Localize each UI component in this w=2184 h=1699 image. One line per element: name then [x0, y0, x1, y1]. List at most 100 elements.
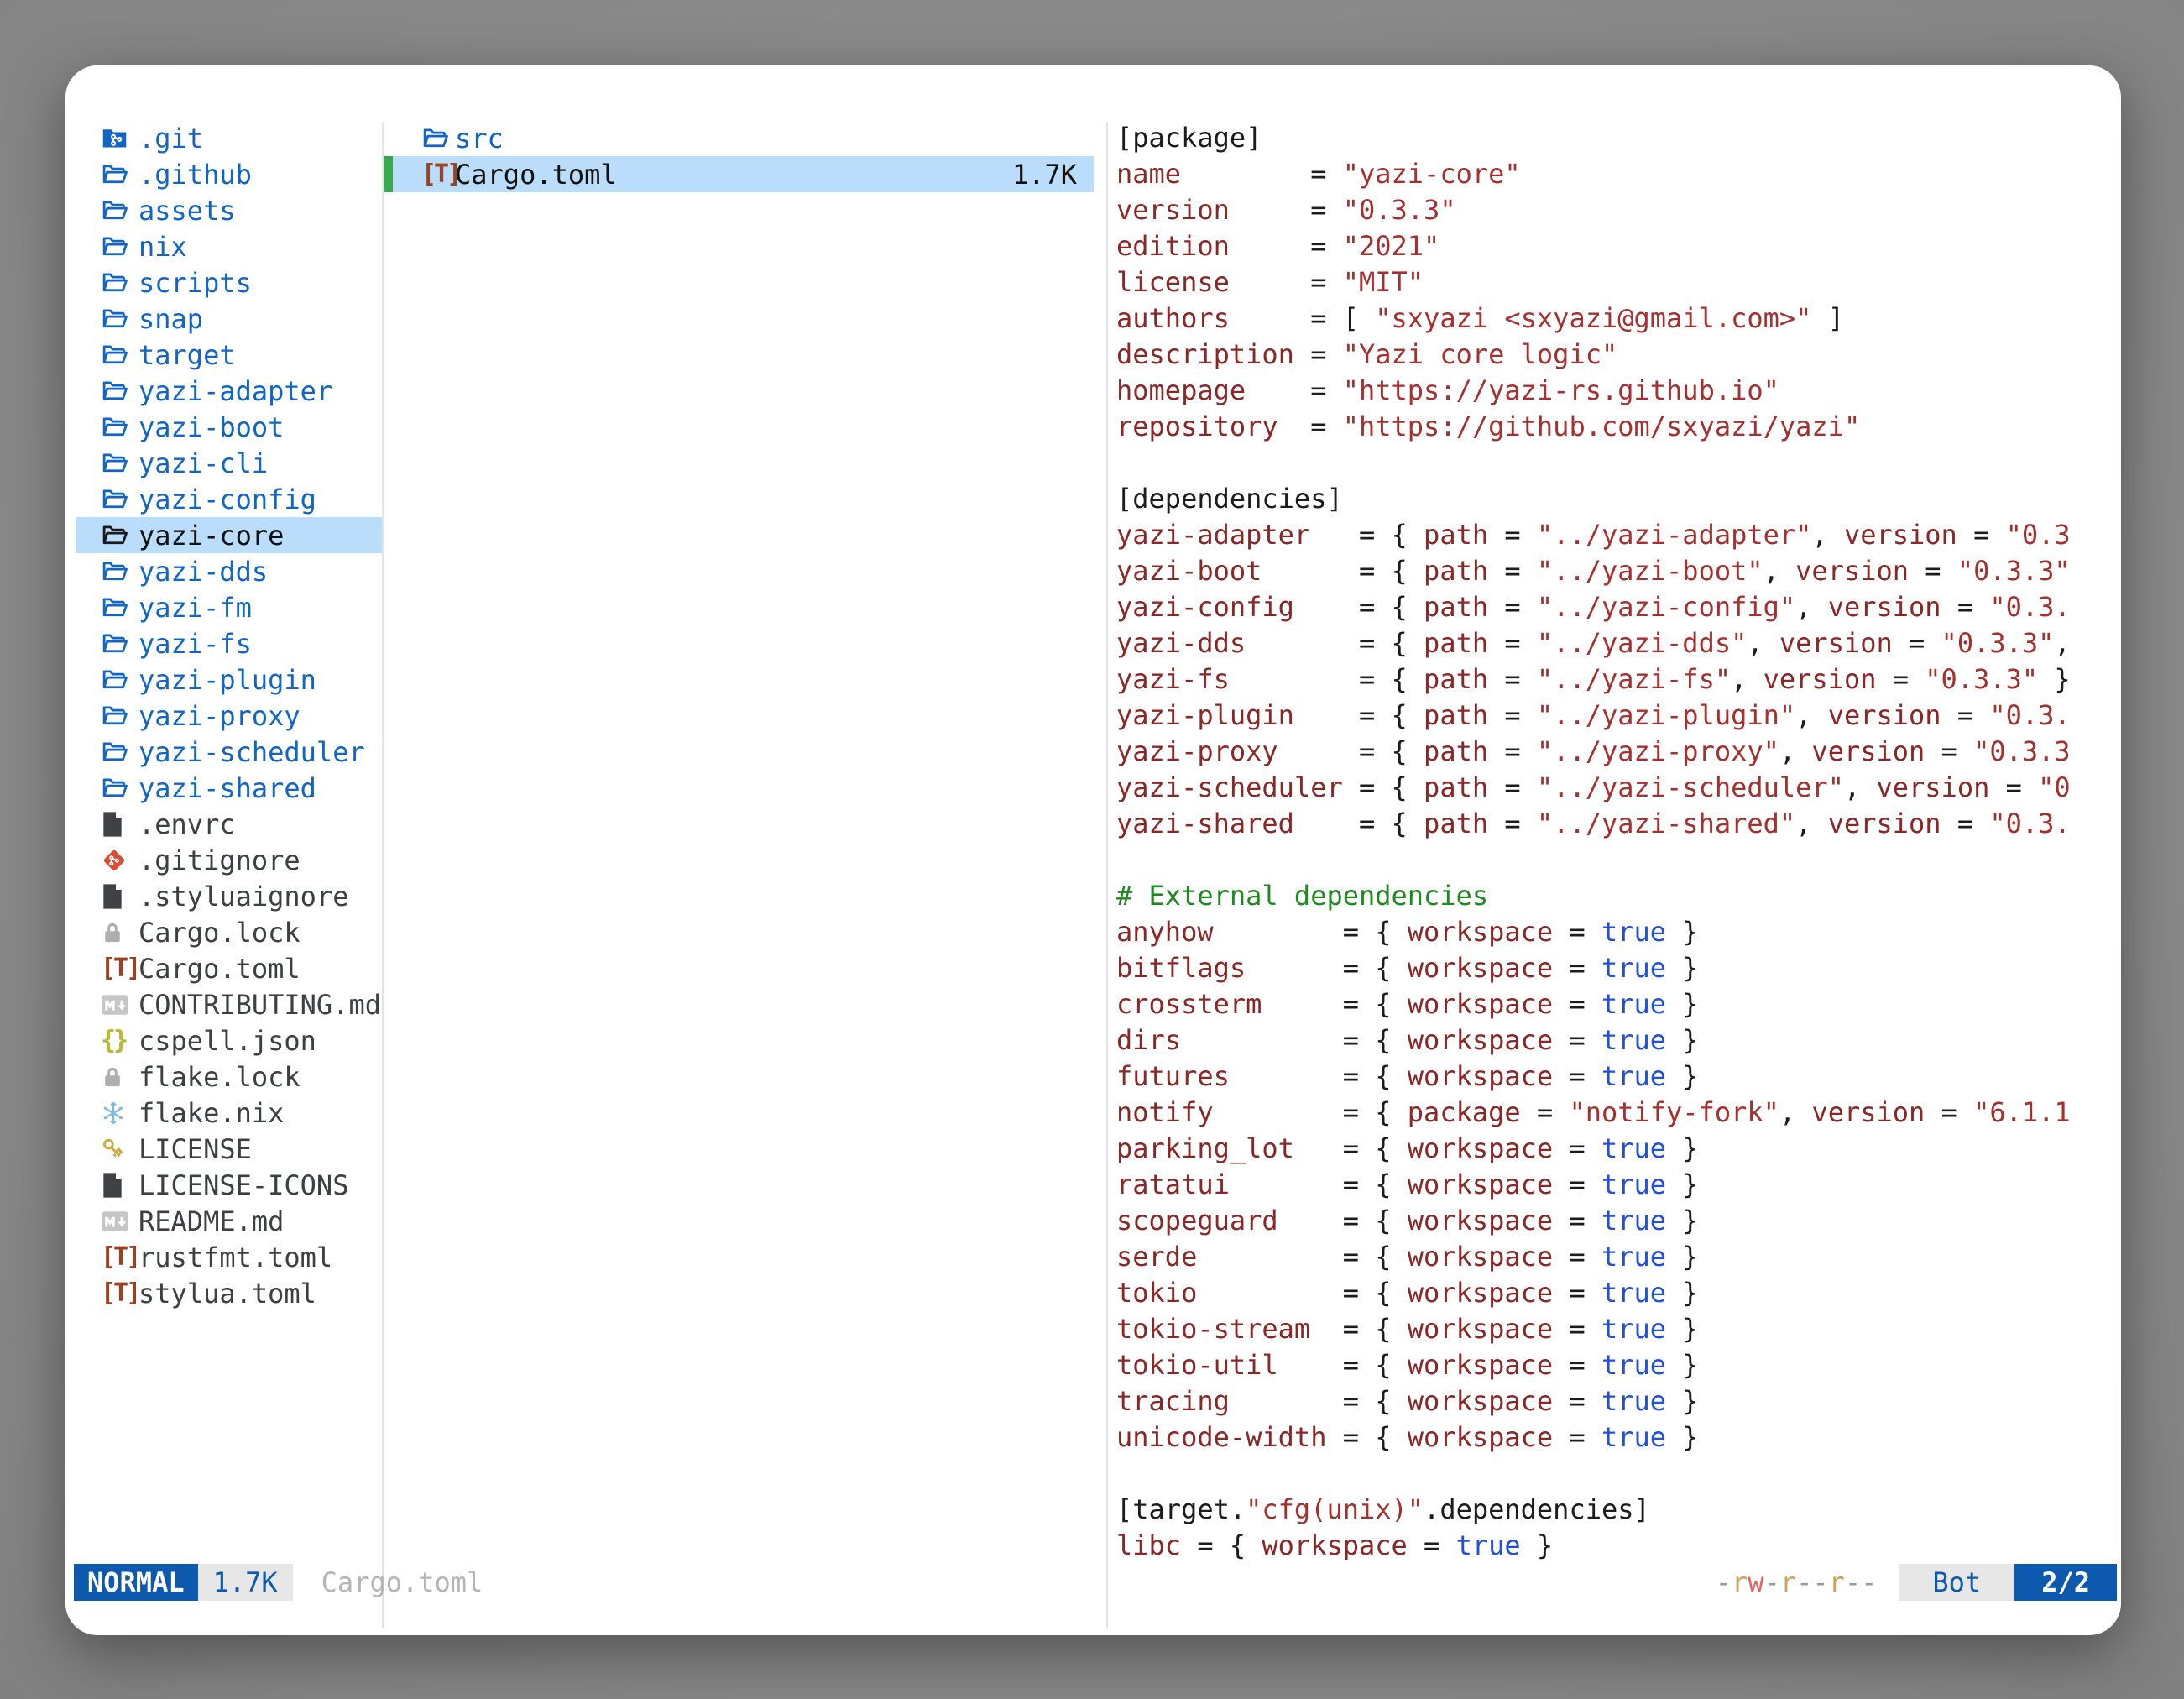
selection-marker — [384, 156, 393, 192]
dir-item-yazi-fs[interactable]: yazi-fs — [76, 625, 382, 661]
file-icon — [101, 883, 138, 910]
code-line: [package] — [1116, 120, 2121, 156]
dir-item-snap[interactable]: snap — [76, 301, 382, 337]
file-item-LICENSE-ICONS[interactable]: LICENSE-ICONS — [76, 1167, 382, 1203]
code-line: [dependencies] — [1116, 481, 2121, 517]
parent-pane[interactable]: .git.githubassetsnixscriptssnaptargetyaz… — [76, 120, 382, 1311]
dir-item-nix[interactable]: nix — [76, 228, 382, 264]
dir-item-yazi-adapter[interactable]: yazi-adapter — [76, 373, 382, 409]
dir-item-.github[interactable]: .github — [76, 156, 382, 192]
folder-open-icon — [101, 341, 138, 369]
code-line: yazi-config = { path = "../yazi-config",… — [1116, 589, 2121, 625]
item-label: .git — [138, 123, 203, 154]
dir-item-yazi-shared[interactable]: yazi-shared — [76, 770, 382, 806]
item-label: .envrc — [138, 808, 236, 840]
code-line: yazi-proxy = { path = "../yazi-proxy", v… — [1116, 734, 2121, 770]
code-line: parking_lot = { workspace = true } — [1116, 1131, 2121, 1167]
code-line — [1116, 842, 2121, 878]
code-line: name = "yazi-core" — [1116, 156, 2121, 192]
folder-open-icon — [101, 593, 138, 621]
item-label: yazi-config — [138, 484, 316, 515]
folder-open-icon — [101, 160, 138, 188]
current-pane[interactable]: src[T]Cargo.toml1.7K — [384, 120, 1094, 192]
item-label: rustfmt.toml — [138, 1242, 332, 1273]
item-label: LICENSE-ICONS — [138, 1169, 348, 1201]
status-bar: NORMAL 1.7K Cargo.toml -rw-r--r-- Bot 2/… — [74, 1564, 2117, 1601]
code-line: crossterm = { workspace = true } — [1116, 986, 2121, 1022]
preview-pane[interactable]: [package]name = "yazi-core"version = "0.… — [1116, 120, 2121, 1564]
dir-item-target[interactable]: target — [76, 337, 382, 373]
item-label: Cargo.toml — [138, 953, 300, 985]
dir-item-yazi-fm[interactable]: yazi-fm — [76, 589, 382, 625]
item-label: yazi-fs — [138, 628, 252, 660]
item-label: yazi-proxy — [138, 700, 300, 732]
code-line: dirs = { workspace = true } — [1116, 1022, 2121, 1059]
item-label: snap — [138, 303, 203, 335]
code-line: anyhow = { workspace = true } — [1116, 914, 2121, 950]
dir-item-.git[interactable]: .git — [76, 120, 382, 156]
toml-icon: [T] — [101, 1245, 138, 1270]
dir-item-yazi-core[interactable]: yazi-core — [76, 517, 382, 553]
dir-item-assets[interactable]: assets — [76, 192, 382, 228]
folder-open-icon — [101, 521, 138, 549]
code-line: yazi-dds = { path = "../yazi-dds", versi… — [1116, 625, 2121, 661]
git-folder-icon — [101, 124, 138, 152]
item-label: yazi-fm — [138, 592, 252, 624]
scroll-position-badge: Bot — [1899, 1564, 2014, 1601]
file-item-flake.lock[interactable]: flake.lock — [76, 1059, 382, 1095]
cursor-counter-badge: 2/2 — [2014, 1564, 2117, 1601]
dir-item-yazi-scheduler[interactable]: yazi-scheduler — [76, 734, 382, 770]
file-item-rustfmt.toml[interactable]: [T]rustfmt.toml — [76, 1239, 382, 1275]
file-item-README.md[interactable]: README.md — [76, 1203, 382, 1239]
code-line: # External dependencies — [1116, 878, 2121, 914]
code-line: libc = { workspace = true } — [1116, 1528, 2121, 1564]
folder-open-icon — [101, 774, 138, 802]
item-label: flake.nix — [138, 1097, 284, 1129]
item-label: stylua.toml — [138, 1278, 316, 1310]
code-line — [1116, 1456, 2121, 1492]
pane-divider-right — [1106, 122, 1108, 1628]
snowflake-icon — [101, 1100, 138, 1126]
file-item-stylua.toml[interactable]: [T]stylua.toml — [76, 1275, 382, 1311]
code-line: yazi-plugin = { path = "../yazi-plugin",… — [1116, 698, 2121, 734]
file-item-cspell.json[interactable]: {}cspell.json — [76, 1022, 382, 1059]
folder-open-icon — [101, 666, 138, 693]
item-label: README.md — [138, 1205, 284, 1237]
file-item-.envrc[interactable]: .envrc — [76, 806, 382, 842]
file-item-Cargo.toml[interactable]: [T]Cargo.toml — [76, 950, 382, 986]
code-line: edition = "2021" — [1116, 228, 2121, 264]
dir-item-src[interactable]: src — [384, 120, 1094, 156]
code-line: futures = { workspace = true } — [1116, 1059, 2121, 1095]
code-line: homepage = "https://yazi-rs.github.io" — [1116, 373, 2121, 409]
file-item-flake.nix[interactable]: flake.nix — [76, 1095, 382, 1131]
item-label: cspell.json — [138, 1025, 316, 1057]
dir-item-scripts[interactable]: scripts — [76, 264, 382, 301]
code-line: yazi-adapter = { path = "../yazi-adapter… — [1116, 517, 2121, 553]
dir-item-yazi-boot[interactable]: yazi-boot — [76, 409, 382, 445]
key-icon — [101, 1137, 138, 1162]
item-label: yazi-boot — [138, 411, 284, 443]
file-item-LICENSE[interactable]: LICENSE — [76, 1131, 382, 1167]
file-item-.gitignore[interactable]: .gitignore — [76, 842, 382, 878]
code-line: repository = "https://github.com/sxyazi/… — [1116, 409, 2121, 445]
file-permissions: -rw-r--r-- — [1716, 1564, 1878, 1601]
dir-item-yazi-cli[interactable]: yazi-cli — [76, 445, 382, 481]
item-label: src — [455, 123, 504, 154]
file-item-CONTRIBUTING.md[interactable]: CONTRIBUTING.md — [76, 986, 382, 1022]
file-item-Cargo.lock[interactable]: Cargo.lock — [76, 914, 382, 950]
lock-icon — [101, 920, 138, 945]
json-braces-icon: {} — [101, 1028, 138, 1053]
folder-open-icon — [101, 196, 138, 224]
dir-item-yazi-proxy[interactable]: yazi-proxy — [76, 698, 382, 734]
git-ignore-icon — [101, 847, 138, 874]
item-label: yazi-adapter — [138, 375, 332, 407]
dir-item-yazi-dds[interactable]: yazi-dds — [76, 553, 382, 589]
folder-open-icon — [421, 124, 455, 152]
item-label: nix — [138, 231, 187, 263]
file-item-.styluaignore[interactable]: .styluaignore — [76, 878, 382, 914]
item-label: CONTRIBUTING.md — [138, 989, 381, 1021]
item-label: yazi-plugin — [138, 664, 316, 696]
file-item-Cargo.toml[interactable]: [T]Cargo.toml1.7K — [384, 156, 1094, 192]
dir-item-yazi-plugin[interactable]: yazi-plugin — [76, 661, 382, 698]
dir-item-yazi-config[interactable]: yazi-config — [76, 481, 382, 517]
